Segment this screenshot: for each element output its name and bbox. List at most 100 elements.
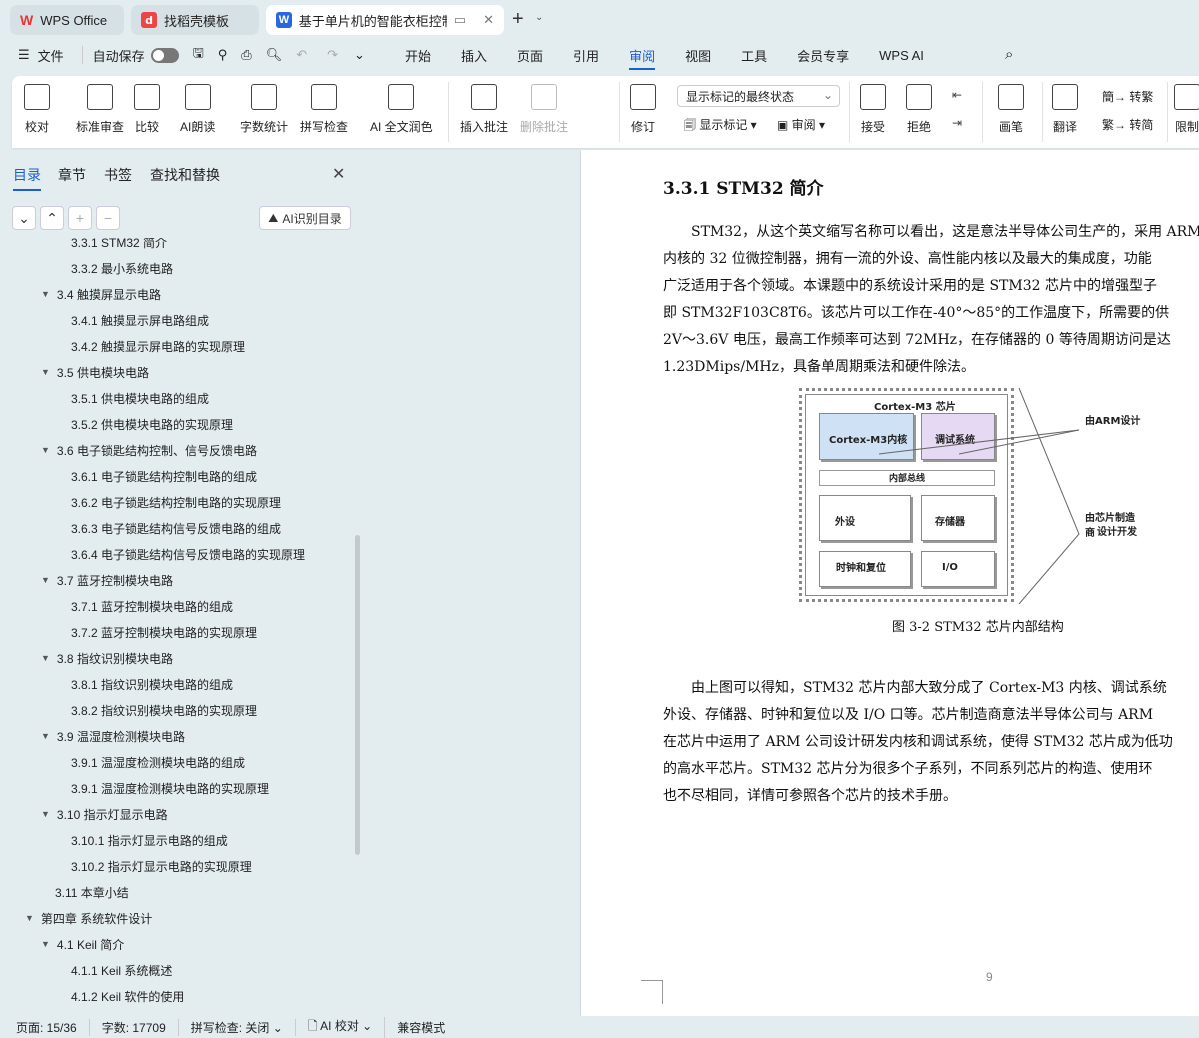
menu-tab-4[interactable]: 审阅 xyxy=(614,40,670,70)
toc-item[interactable]: 3.6.4 电子锁匙结构信号反馈电路的实现原理 xyxy=(71,541,305,567)
ribbon-button[interactable]: 比较 xyxy=(134,84,160,135)
menu-tab-2[interactable]: 页面 xyxy=(502,40,558,70)
tab-templates[interactable]: ⅾ找稻壳模板 xyxy=(131,5,259,35)
expand-arrow-icon[interactable]: ▼ xyxy=(41,445,50,455)
toc-item[interactable]: ▼第四章 系统软件设计 xyxy=(25,905,152,931)
tab-document[interactable]: W基于单片机的智能衣柜控制系▭✕ xyxy=(266,5,504,35)
ribbon-button[interactable]: 修订 xyxy=(630,84,656,135)
ai-proofread[interactable]: 🗋 AI 校对 ⌄ xyxy=(296,1017,385,1038)
ribbon-button[interactable]: 拒绝 xyxy=(906,84,932,135)
expand-arrow-icon[interactable]: ▼ xyxy=(25,913,34,923)
menu-tab-1[interactable]: 插入 xyxy=(446,40,502,70)
add-level-button[interactable]: + xyxy=(68,206,92,230)
file-menu[interactable]: 文件 xyxy=(38,46,64,65)
tab-list-chevron-icon[interactable]: ⌄ xyxy=(535,12,543,23)
print-icon[interactable]: ⎙ xyxy=(241,47,251,63)
monitor-icon[interactable]: ▭ xyxy=(454,12,466,28)
menu-tab-7[interactable]: 会员专享 xyxy=(782,40,864,70)
toc-item[interactable]: ▼4.1 Keil 简介 xyxy=(41,931,124,957)
toc-item[interactable]: ▼3.7 蓝牙控制模块电路 xyxy=(41,567,173,593)
ribbon-button[interactable]: AI 全文润色 xyxy=(370,84,433,135)
expand-arrow-icon[interactable]: ▼ xyxy=(41,809,50,819)
toc-item[interactable]: 3.7.2 蓝牙控制模块电路的实现原理 xyxy=(71,619,257,645)
tab-chapters[interactable]: 章节 xyxy=(58,165,86,185)
tab-wps-office[interactable]: WWPS Office xyxy=(10,5,124,35)
ribbon-button[interactable]: 限制 xyxy=(1174,84,1199,135)
toc-item[interactable]: 3.7.1 蓝牙控制模块电路的组成 xyxy=(71,593,233,619)
print-preview-icon[interactable]: 🔍︎ xyxy=(266,47,283,63)
toc-item[interactable]: ▼3.4 触摸屏显示电路 xyxy=(41,281,161,307)
toc-item[interactable]: ▼3.6 电子锁匙结构控制、信号反馈电路 xyxy=(41,437,257,463)
toc-item[interactable]: 3.4.2 触摸显示屏电路的实现原理 xyxy=(71,333,245,359)
tab-bookmarks[interactable]: 书签 xyxy=(104,165,132,185)
toc-item[interactable]: 3.8.1 指纹识别模块电路的组成 xyxy=(71,671,233,697)
page-count[interactable]: 页面: 15/36 xyxy=(16,1019,90,1036)
review-pane-button[interactable]: ▣ 审阅 ▾ xyxy=(777,116,825,133)
show-markup-button[interactable]: 🗐 显示标记 ▾ xyxy=(684,116,757,137)
ribbon-button[interactable]: AI朗读 xyxy=(180,84,215,135)
next-change-icon[interactable]: ⇥ xyxy=(952,116,962,130)
toc-item[interactable]: 3.4.1 触摸显示屏电路组成 xyxy=(71,307,209,333)
menu-tab-3[interactable]: 引用 xyxy=(558,40,614,70)
to-traditional-button[interactable]: 簡→ 转繁 xyxy=(1102,88,1153,105)
ribbon-button[interactable]: 字数统计 xyxy=(240,84,288,135)
toc-scrollbar[interactable] xyxy=(355,535,360,855)
more-chevron-icon[interactable]: ⌄ xyxy=(354,47,365,63)
ribbon-button[interactable]: 翻译 xyxy=(1052,84,1078,135)
autosave-toggle[interactable] xyxy=(151,48,179,63)
ribbon-button[interactable]: 删除批注 xyxy=(520,84,568,135)
toc-item[interactable]: 3.10.1 指示灯显示电路的组成 xyxy=(71,827,228,853)
menu-tab-0[interactable]: 开始 xyxy=(390,40,446,70)
search-icon[interactable]: ⌕ xyxy=(1005,46,1013,63)
toc-item[interactable]: ▼3.9 温湿度检测模块电路 xyxy=(41,723,185,749)
toc-item[interactable]: 4.1.1 Keil 系统概述 xyxy=(71,957,172,983)
expand-arrow-icon[interactable]: ▼ xyxy=(41,575,50,585)
toc-item[interactable]: 3.5.2 供电模块电路的实现原理 xyxy=(71,411,233,437)
undo-icon[interactable]: ↶ xyxy=(296,47,307,63)
toc-item[interactable]: ▼3.8 指纹识别模块电路 xyxy=(41,645,173,671)
toc-item[interactable]: 4.1.2 Keil 软件的使用 xyxy=(71,983,184,1009)
expand-arrow-icon[interactable]: ▼ xyxy=(41,367,50,377)
prev-change-icon[interactable]: ⇤ xyxy=(952,88,962,102)
markup-state-select[interactable]: 显示标记的最终状态⌄ xyxy=(677,85,840,107)
close-pane-icon[interactable]: ✕ xyxy=(332,164,345,184)
expand-arrow-icon[interactable]: ▼ xyxy=(41,653,50,663)
toc-item[interactable]: 3.3.2 最小系统电路 xyxy=(71,255,173,281)
menu-tab-6[interactable]: 工具 xyxy=(726,40,782,70)
expand-down-button[interactable]: ⌄ xyxy=(12,206,36,230)
toc-item[interactable]: ▼3.10 指示灯显示电路 xyxy=(41,801,168,827)
tab-find-replace[interactable]: 查找和替换 xyxy=(150,165,220,185)
toc-item[interactable]: 3.6.1 电子锁匙结构控制电路的组成 xyxy=(71,463,257,489)
expand-arrow-icon[interactable]: ▼ xyxy=(41,731,50,741)
ribbon-button[interactable]: 画笔 xyxy=(998,84,1024,135)
ribbon-button[interactable]: 拼写检查 xyxy=(300,84,348,135)
expand-arrow-icon[interactable]: ▼ xyxy=(41,289,50,299)
remove-level-button[interactable]: − xyxy=(96,206,120,230)
menu-tab-5[interactable]: 视图 xyxy=(670,40,726,70)
ai-toc-button[interactable]: ⛰AI识别目录 xyxy=(259,206,351,230)
toc-item[interactable]: 3.11 本章小结 xyxy=(55,879,129,905)
toc-item[interactable]: 3.9.1 温湿度检测模块电路的组成 xyxy=(71,749,245,775)
word-count[interactable]: 字数: 17709 xyxy=(90,1019,179,1036)
toc-item[interactable]: 3.9.1 温湿度检测模块电路的实现原理 xyxy=(71,775,269,801)
expand-arrow-icon[interactable]: ▼ xyxy=(41,939,50,949)
toc-item[interactable]: 3.6.3 电子锁匙结构信号反馈电路的组成 xyxy=(71,515,281,541)
toc-item[interactable]: ▼3.5 供电模块电路 xyxy=(41,359,149,385)
tab-toc[interactable]: 目录 xyxy=(13,165,41,191)
hamburger-icon[interactable]: ☰ xyxy=(18,47,30,63)
toc-item[interactable]: 3.10.2 指示灯显示电路的实现原理 xyxy=(71,853,252,879)
toc-item[interactable]: 3.5.1 供电模块电路的组成 xyxy=(71,385,209,411)
redo-icon[interactable]: ↷ xyxy=(327,47,338,63)
close-tab-icon[interactable]: ✕ xyxy=(483,12,494,28)
toc-item[interactable]: 3.8.2 指纹识别模块电路的实现原理 xyxy=(71,697,257,723)
ribbon-button[interactable]: 标准审查 xyxy=(76,84,124,135)
link-icon[interactable]: ⚲ xyxy=(218,47,228,63)
toc-item[interactable]: 3.3.1 STM32 简介 xyxy=(71,238,167,255)
menu-tab-8[interactable]: WPS AI xyxy=(864,40,939,70)
collapse-up-button[interactable]: ⌃ xyxy=(40,206,64,230)
ribbon-button[interactable]: 校对 xyxy=(24,84,50,135)
ribbon-button[interactable]: 插入批注 xyxy=(460,84,508,135)
ribbon-button[interactable]: 接受 xyxy=(860,84,886,135)
toc-item[interactable]: 3.6.2 电子锁匙结构控制电路的实现原理 xyxy=(71,489,281,515)
save-icon[interactable]: 🖫 xyxy=(193,44,204,66)
